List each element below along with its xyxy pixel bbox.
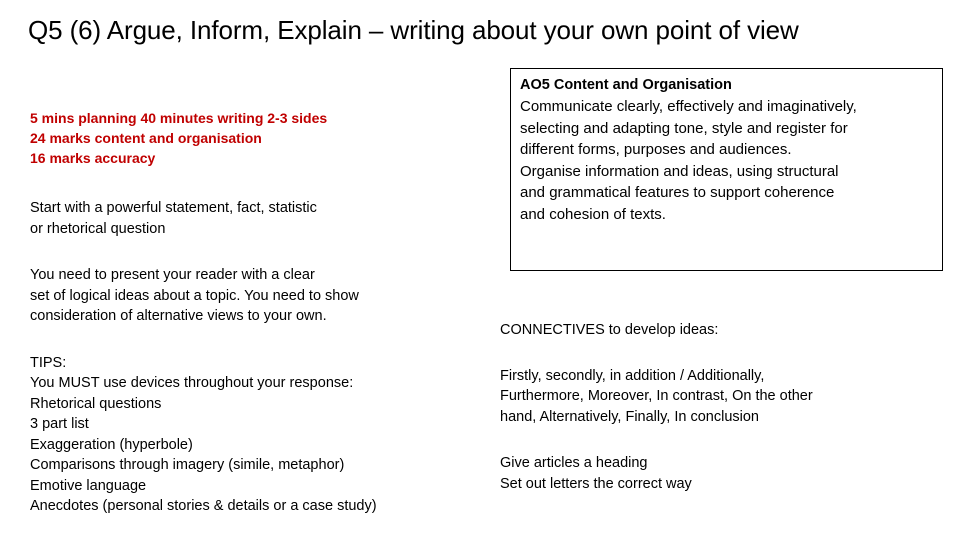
- ao5-criteria-box: AO5 Content and Organisation Communicate…: [510, 68, 943, 271]
- ao5-body-line-5: and grammatical features to support cohe…: [520, 184, 835, 201]
- tips-item-rhetorical: Rhetorical questions: [30, 395, 162, 412]
- tips-heading: TIPS:: [30, 354, 67, 371]
- ao5-body-line-3: different forms, purposes and audiences.: [520, 141, 792, 158]
- format-advice-block: Give articles a heading Set out letters …: [500, 453, 940, 494]
- opening-line-1: Start with a powerful statement, fact, s…: [30, 200, 317, 216]
- tips-item-exaggeration: Exaggeration (hyperbole): [30, 436, 193, 453]
- purpose-line-3: consideration of alternative views to yo…: [30, 308, 327, 324]
- purpose-line-2: set of logical ideas about a topic. You …: [30, 287, 359, 304]
- connectives-line-1: Firstly, secondly, in addition / Additio…: [500, 367, 765, 384]
- tips-item-comparisons: Comparisons through imagery (simile, met…: [30, 457, 345, 473]
- ao5-body-line-6: and cohesion of texts.: [520, 205, 666, 223]
- ao5-box-heading: AO5 Content and Organisation: [520, 77, 732, 93]
- connectives-heading-block: CONNECTIVES to develop ideas:: [500, 320, 940, 341]
- opening-line-2: or rhetorical question: [30, 220, 166, 237]
- left-content-column: 5 mins planning 40 minutes writing 2-3 s…: [30, 108, 460, 517]
- purpose-line-1: You need to present your reader with a c…: [30, 267, 315, 283]
- connectives-line-2: Furthermore, Moreover, In contrast, On t…: [500, 388, 813, 404]
- connectives-heading: CONNECTIVES to develop ideas:: [500, 322, 719, 338]
- ao5-box-body: Communicate clearly, effectively and ima…: [520, 96, 934, 225]
- format-line-letters: Set out letters the correct way: [500, 475, 692, 492]
- purpose-block: You need to present your reader with a c…: [30, 265, 460, 327]
- accuracy-marks-line: 16 marks accuracy: [30, 150, 156, 166]
- ao5-body-line-4: Organise information and ideas, using st…: [520, 162, 839, 180]
- timing-line: 5 mins planning 40 minutes writing 2-3 s…: [30, 110, 328, 126]
- connectives-list-block: Firstly, secondly, in addition / Additio…: [500, 366, 940, 428]
- opening-advice-block: Start with a powerful statement, fact, s…: [30, 198, 460, 239]
- content-marks-line: 24 marks content and organisation: [30, 130, 262, 146]
- ao5-body-line-2: selecting and adapting tone, style and r…: [520, 119, 848, 137]
- page-title: Q5 (6) Argue, Inform, Explain – writing …: [28, 15, 799, 45]
- connectives-line-3: hand, Alternatively, Finally, In conclus…: [500, 408, 759, 425]
- tips-item-anecdotes: Anecdotes (personal stories & details or…: [30, 498, 377, 514]
- tips-block: TIPS: You MUST use devices throughout yo…: [30, 353, 460, 517]
- format-line-articles: Give articles a heading: [500, 455, 648, 471]
- right-content-column: CONNECTIVES to develop ideas: Firstly, s…: [500, 320, 940, 494]
- ao5-body-line-1: Communicate clearly, effectively and ima…: [520, 98, 857, 115]
- tips-item-emotive-language: Emotive language: [30, 477, 147, 494]
- timing-and-marks-block: 5 mins planning 40 minutes writing 2-3 s…: [30, 108, 460, 168]
- tips-item-three-part-list: 3 part list: [30, 416, 89, 432]
- tips-line-devices: You MUST use devices throughout your res…: [30, 375, 354, 391]
- slide-canvas: Q5 (6) Argue, Inform, Explain – writing …: [0, 0, 960, 540]
